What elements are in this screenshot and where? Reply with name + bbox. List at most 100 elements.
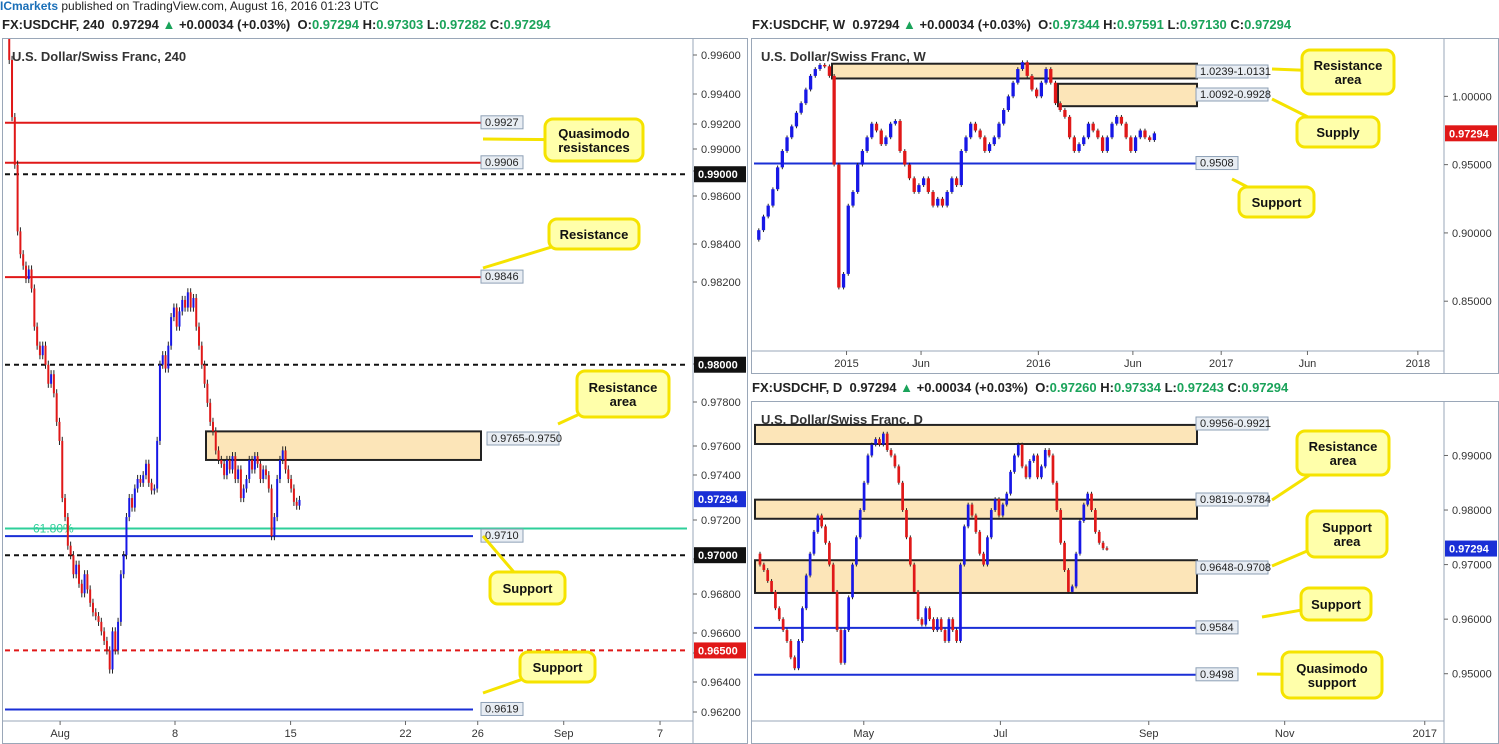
daily-zone-tag: 0.9956-0.9921 (1200, 418, 1271, 430)
daily-candle-body (974, 515, 978, 532)
weekly-candle-body (1129, 137, 1133, 151)
weekly-callout-text: Support (1252, 195, 1302, 210)
weekly-candle-body (954, 178, 959, 186)
h4-candle-body (83, 574, 86, 594)
daily-candle-body (878, 439, 881, 445)
weekly-y-tick-label: 0.90000 (1452, 228, 1492, 240)
daily-candle-body (1105, 548, 1109, 550)
h4-candle-body (72, 555, 75, 575)
h4-y-tick-label: 0.98200 (701, 277, 741, 289)
daily-candle-body (978, 531, 982, 554)
weekly-candle-body (917, 185, 921, 192)
weekly-candle-body (1058, 103, 1062, 111)
weekly-candle-body (973, 123, 978, 131)
daily-candle-body (1090, 493, 1093, 511)
weekly-candle-body (1152, 133, 1157, 141)
h4-chart-panel[interactable]: U.S. Dollar/Swiss Franc, 240 0.99600 0.994… (2, 38, 748, 744)
daily-candle-body (1086, 493, 1090, 505)
h4-candle-body (105, 640, 108, 651)
h4-callout-text: Resistance (560, 227, 629, 242)
daily-callout-text: Quasimodo (1296, 661, 1368, 676)
daily-chart-panel[interactable]: U.S. Dollar/Swiss Franc, D 0.99000 0.98000… (751, 401, 1499, 744)
daily-candle-body (777, 608, 781, 620)
daily-candle-body (835, 591, 839, 631)
weekly-callout-text: area (1335, 72, 1363, 87)
h4-candle-body (253, 456, 256, 470)
h4-zone-box (205, 430, 482, 461)
h4-candle-body (41, 345, 44, 356)
h4-candle-body (22, 254, 25, 266)
daily-candle-body (801, 608, 804, 641)
weekly-high: 0.97591 (1116, 17, 1164, 32)
weekly-candle-body (1086, 123, 1091, 138)
daily-candle-body (866, 455, 870, 483)
weekly-level-tag: 0.9508 (1200, 158, 1234, 170)
daily-candle-body (932, 619, 935, 631)
weekly-x-tick-label: 2017 (1209, 358, 1233, 370)
h4-candle-body (184, 299, 187, 308)
weekly-candle-body (1148, 137, 1152, 141)
weekly-chart[interactable]: U.S. Dollar/Swiss Franc, W 1.00000 0.95000… (752, 39, 1498, 373)
weekly-chart-panel[interactable]: U.S. Dollar/Swiss Franc, W 1.00000 0.95000… (751, 38, 1499, 374)
h4-level-tag: 0.9619 (485, 703, 519, 715)
daily-candle-body (1067, 570, 1070, 592)
daily-candle-body (986, 537, 989, 565)
weekly-candle-body (837, 164, 841, 288)
h4-price: 0.97294 (111, 17, 159, 32)
h4-candle-body (245, 479, 248, 489)
daily-change: +0.00034 (+0.03%) (916, 380, 1028, 395)
daily-candle-body (847, 597, 851, 631)
weekly-y-tick-label: 1.00000 (1452, 91, 1492, 103)
daily-candle-body (824, 526, 827, 543)
h4-candle-body (94, 612, 97, 617)
weekly-candle-body (1105, 137, 1109, 151)
h4-candle-body (80, 583, 83, 594)
h4-callout-text: Quasimodo (558, 126, 630, 141)
weekly-candle-body (757, 230, 761, 240)
daily-candle-body (1055, 482, 1059, 511)
weekly-candle-body (931, 191, 935, 206)
h4-y-tick-label: 0.98400 (701, 239, 741, 251)
h4-y-tick-label: 0.97600 (701, 441, 741, 453)
h4-candle-body (30, 269, 33, 289)
weekly-candle-body (1006, 96, 1011, 111)
h4-current-price: 0.97294 (698, 494, 739, 506)
h4-candle-body (58, 421, 61, 441)
h4-symbol: FX:USDCHF, 240 (2, 17, 105, 32)
weekly-candle-body (1035, 89, 1039, 97)
weekly-candle-body (1133, 137, 1138, 151)
weekly-zone-tag: 1.0092-0.9928 (1200, 89, 1271, 101)
weekly-candle-body (1020, 62, 1025, 70)
h4-callout-text: Resistance (589, 380, 658, 395)
weekly-candle-body (1063, 110, 1067, 117)
daily-candle-body (924, 608, 928, 625)
h4-candle-body (114, 631, 117, 651)
weekly-chart-title: U.S. Dollar/Swiss Franc, W (761, 49, 926, 64)
h4-open: 0.97294 (311, 17, 359, 32)
h4-candle-body (273, 517, 276, 537)
weekly-candle-body (1002, 110, 1006, 124)
h4-candle-body (278, 459, 281, 479)
daily-candle-body (982, 553, 985, 565)
weekly-candle-body (926, 178, 930, 192)
h4-y-tick-label: 0.97400 (701, 470, 741, 482)
h4-candle-body (156, 440, 159, 489)
h4-candle-body (75, 564, 78, 575)
h4-candle-body (144, 463, 147, 476)
h4-level-price-tag: 0.96500 (698, 645, 738, 657)
daily-chart[interactable]: U.S. Dollar/Swiss Franc, D0.990000.98000… (752, 402, 1498, 743)
weekly-candle-body (1053, 82, 1058, 104)
weekly-candle-body (884, 137, 888, 145)
daily-candle-body (1074, 553, 1078, 587)
h4-candle-body (178, 311, 181, 327)
h4-candle-body (231, 456, 234, 470)
h4-chart[interactable]: U.S. Dollar/Swiss Franc, 240 0.99600 0.994… (3, 39, 747, 743)
h4-x-tick-label: 7 (657, 728, 663, 740)
daily-x-tick-label: 2017 (1413, 728, 1437, 740)
h4-candle-body (47, 364, 50, 384)
h4-candle-body (287, 469, 290, 479)
daily-low: 0.97243 (1176, 380, 1224, 395)
h4-candle-body (164, 355, 167, 369)
h4-level-price-tag: 0.99000 (698, 169, 738, 181)
h4-candle-body (150, 482, 153, 491)
